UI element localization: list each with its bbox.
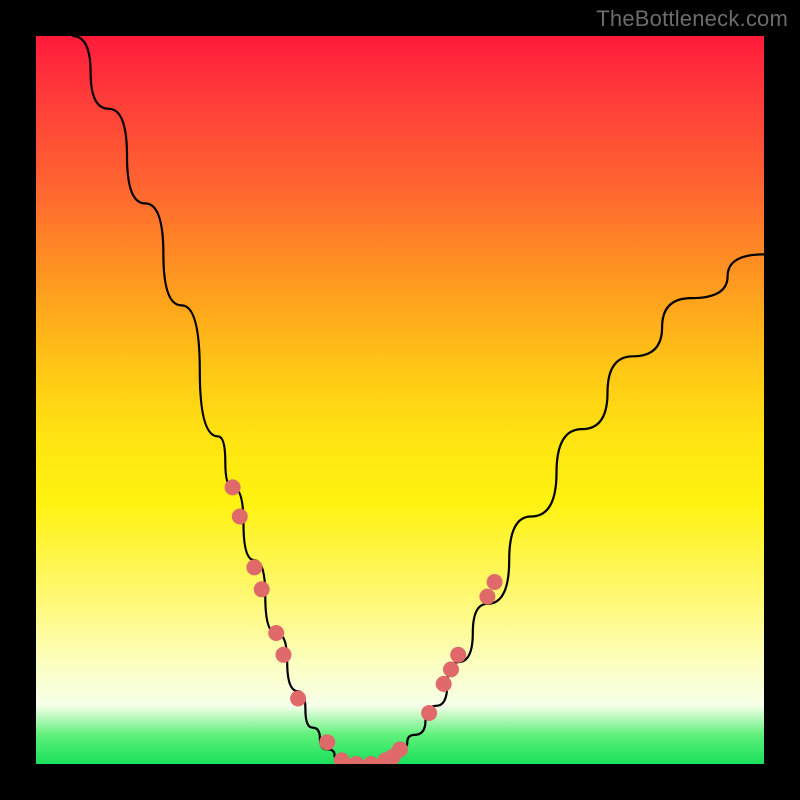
data-marker (363, 756, 379, 764)
chart-svg (36, 36, 764, 764)
data-marker (268, 625, 284, 641)
data-marker (348, 756, 364, 764)
plot-area (36, 36, 764, 764)
outer-frame: TheBottleneck.com (0, 0, 800, 800)
data-marker (290, 691, 306, 707)
bottleneck-curve (72, 36, 764, 764)
data-marker (254, 581, 270, 597)
data-marker (225, 479, 241, 495)
data-marker (450, 647, 466, 663)
data-marker (479, 589, 495, 605)
data-marker (276, 647, 292, 663)
data-marker (443, 661, 459, 677)
data-marker (436, 676, 452, 692)
data-marker (334, 752, 350, 764)
marker-group (225, 479, 503, 764)
data-marker (421, 705, 437, 721)
data-marker (246, 559, 262, 575)
data-marker (319, 734, 335, 750)
data-marker (392, 741, 408, 757)
data-marker (232, 509, 248, 525)
watermark-text: TheBottleneck.com (596, 6, 788, 32)
data-marker (487, 574, 503, 590)
